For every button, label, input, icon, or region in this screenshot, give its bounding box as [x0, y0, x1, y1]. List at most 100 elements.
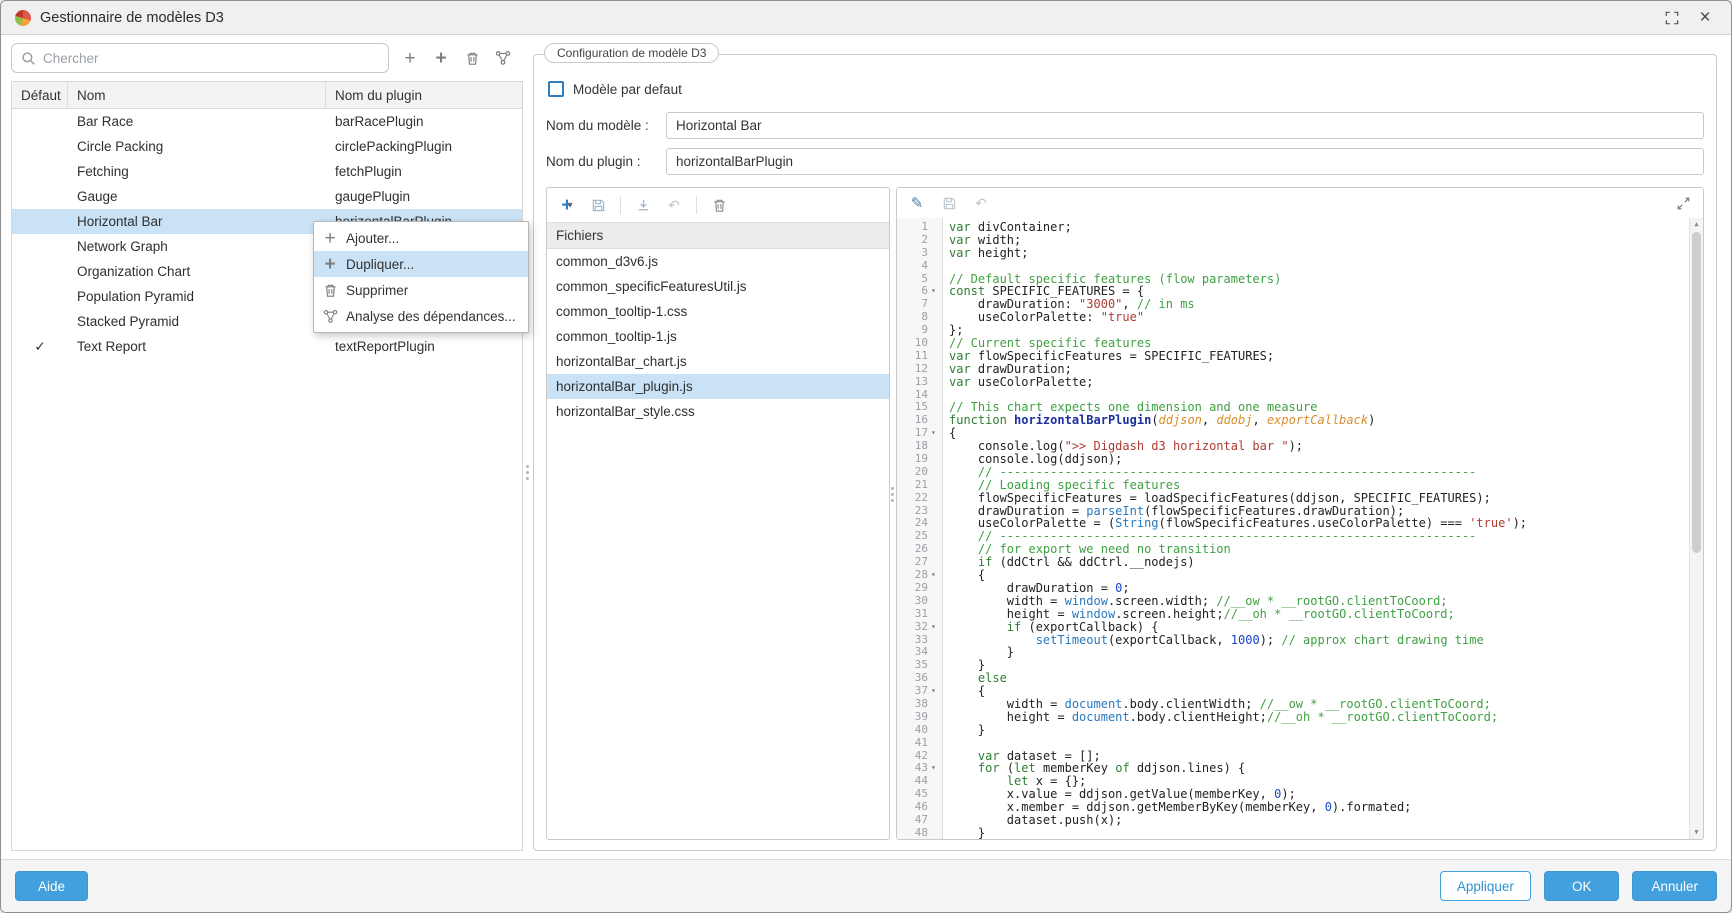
scroll-up-button[interactable]: ▲: [1690, 218, 1703, 231]
model-toolbar: + +: [399, 47, 514, 69]
line-number: 22: [897, 492, 931, 505]
delete-model-button[interactable]: [461, 47, 483, 69]
revert-file-button[interactable]: ↶: [663, 194, 685, 216]
code-line: height = window.screen.height;//__oh * _…: [949, 608, 1689, 621]
dependency-analysis-button[interactable]: [492, 47, 514, 69]
file-item[interactable]: horizontalBar_plugin.js: [547, 374, 889, 399]
gutter-line: 48: [897, 827, 942, 839]
gutter-line: 11: [897, 350, 942, 363]
save-icon: [942, 196, 957, 211]
ok-button[interactable]: OK: [1544, 871, 1620, 901]
line-number: 12: [897, 363, 931, 376]
table-row[interactable]: GaugegaugePlugin: [12, 184, 522, 209]
model-name-cell: Network Graph: [68, 239, 326, 254]
table-row[interactable]: FetchingfetchPlugin: [12, 159, 522, 184]
scrollbar-track[interactable]: [1690, 231, 1703, 826]
code-line: setTimeout(exportCallback, 1000); // app…: [949, 634, 1689, 647]
line-number: 20: [897, 466, 931, 479]
delete-file-button[interactable]: [708, 194, 730, 216]
toolbar-separator: [696, 196, 697, 214]
fold-marker[interactable]: ▾: [931, 569, 942, 582]
close-button[interactable]: ×: [1693, 6, 1717, 30]
model-name-input[interactable]: [666, 112, 1704, 139]
plus-icon: +: [404, 49, 415, 68]
code-line: }: [949, 724, 1689, 737]
pencil-icon: ✎: [911, 194, 924, 212]
context-menu-item[interactable]: +Ajouter...: [314, 225, 528, 251]
gutter-line: 29: [897, 582, 942, 595]
line-number: 11: [897, 350, 931, 363]
file-item[interactable]: horizontalBar_style.css: [547, 399, 889, 424]
expand-editor-button[interactable]: [1672, 192, 1694, 214]
undo-code-button[interactable]: ↶: [970, 192, 992, 214]
model-name-cell: Text Report: [68, 339, 326, 354]
column-header[interactable]: Nom: [68, 82, 326, 108]
code-line: }: [949, 659, 1689, 672]
plugin-name-cell: barRacePlugin: [326, 114, 522, 129]
default-model-checkbox[interactable]: [548, 81, 564, 97]
duplicate-model-button[interactable]: +: [430, 47, 452, 69]
code-line: [949, 737, 1689, 750]
line-number: 3: [897, 247, 931, 260]
gutter-line: 4: [897, 260, 942, 273]
code-line: useColorPalette: "true": [949, 311, 1689, 324]
table-row[interactable]: Bar RacebarRacePlugin: [12, 109, 522, 134]
code-line: }: [949, 827, 1689, 839]
plugin-name-row: Nom du plugin :: [546, 147, 1704, 175]
file-item[interactable]: common_d3v6.js: [547, 249, 889, 274]
search-input[interactable]: [43, 51, 379, 66]
files-editor-splitter[interactable]: [890, 187, 896, 840]
apply-button[interactable]: Appliquer: [1440, 871, 1531, 901]
scrollbar-thumb[interactable]: [1692, 232, 1701, 553]
context-menu-item[interactable]: Supprimer: [314, 277, 528, 303]
line-number: 32: [897, 621, 931, 634]
fold-marker[interactable]: ▾: [931, 621, 942, 634]
gutter-line: 6▾: [897, 285, 942, 298]
add-file-button[interactable]: +▾: [556, 194, 578, 216]
fold-marker[interactable]: ▾: [931, 685, 942, 698]
file-item[interactable]: horizontalBar_chart.js: [547, 349, 889, 374]
help-button[interactable]: Aide: [15, 871, 88, 901]
gutter-line: 8: [897, 311, 942, 324]
editor-scrollbar[interactable]: ▲ ▼: [1689, 218, 1703, 839]
scroll-down-button[interactable]: ▼: [1690, 826, 1703, 839]
maximize-button[interactable]: [1660, 6, 1684, 30]
import-file-button[interactable]: [632, 194, 654, 216]
panel-splitter[interactable]: [525, 35, 531, 859]
context-menu-item[interactable]: +Dupliquer...: [314, 251, 528, 277]
maximize-icon: [1665, 11, 1679, 25]
code-line: function horizontalBarPlugin(ddjson, ddo…: [949, 414, 1689, 427]
fold-marker[interactable]: ▾: [931, 762, 942, 775]
edit-code-button[interactable]: ✎: [906, 192, 928, 214]
editor-code[interactable]: var divContainer;var width;var height; /…: [943, 218, 1689, 839]
table-row[interactable]: ✓Text ReporttextReportPlugin: [12, 334, 522, 359]
model-name-cell: Stacked Pyramid: [68, 314, 326, 329]
fold-marker[interactable]: ▾: [931, 285, 942, 298]
code-editor[interactable]: 123456▾7891011121314151617▾1819202122232…: [897, 218, 1703, 839]
splitter-grip: [891, 487, 894, 490]
cancel-button[interactable]: Annuler: [1632, 871, 1717, 901]
column-header[interactable]: Défaut: [12, 82, 68, 108]
gutter-line: 2: [897, 234, 942, 247]
add-model-button[interactable]: +: [399, 47, 421, 69]
expand-icon: [1677, 197, 1690, 210]
file-item[interactable]: common_specificFeaturesUtil.js: [547, 274, 889, 299]
save-code-button[interactable]: [938, 192, 960, 214]
context-menu-item[interactable]: Analyse des dépendances...: [314, 303, 528, 329]
model-name-cell: Gauge: [68, 189, 326, 204]
fold-marker[interactable]: ▾: [931, 427, 942, 440]
model-name-cell: Horizontal Bar: [68, 214, 326, 229]
table-row[interactable]: Circle PackingcirclePackingPlugin: [12, 134, 522, 159]
save-file-button[interactable]: [587, 194, 609, 216]
model-name-cell: Bar Race: [68, 114, 326, 129]
file-item[interactable]: common_tooltip-1.css: [547, 299, 889, 324]
column-header[interactable]: Nom du plugin: [326, 82, 522, 108]
line-number: 38: [897, 698, 931, 711]
search-box[interactable]: [11, 43, 389, 73]
files-panel: +▾ ↶: [546, 187, 890, 840]
context-menu: +Ajouter...+Dupliquer...SupprimerAnalyse…: [313, 221, 529, 333]
plugin-name-cell: circlePackingPlugin: [326, 139, 522, 154]
dependency-icon: [321, 309, 339, 324]
file-item[interactable]: common_tooltip-1.js: [547, 324, 889, 349]
plugin-name-input[interactable]: [666, 148, 1704, 175]
